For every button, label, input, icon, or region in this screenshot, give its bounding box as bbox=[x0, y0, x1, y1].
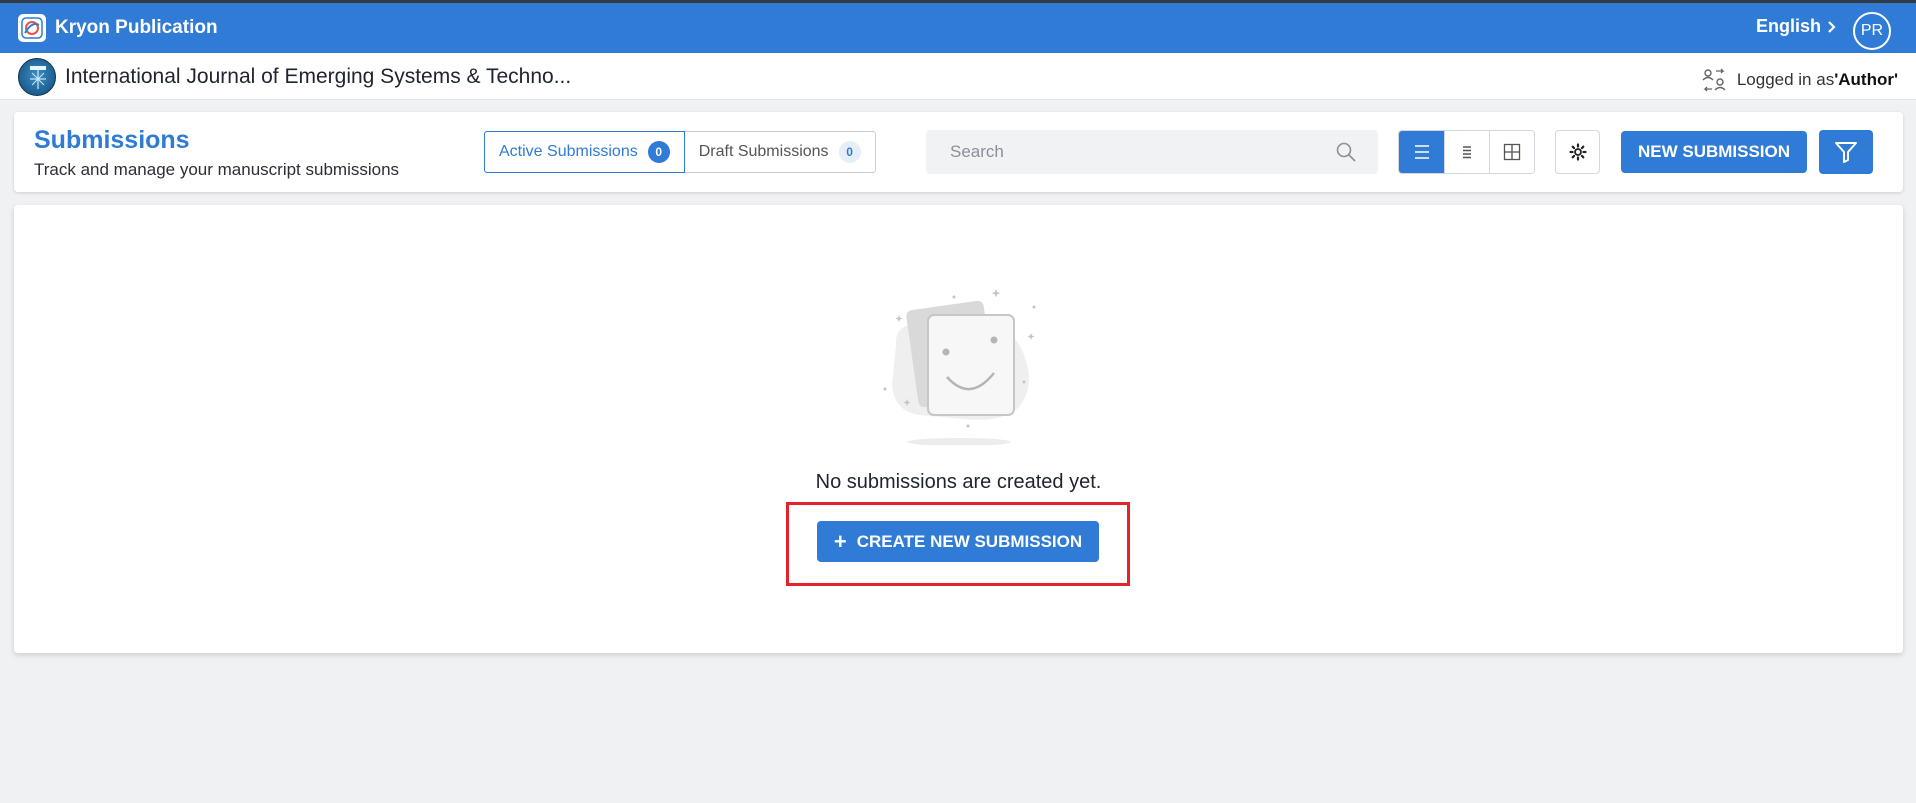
grid-view-button[interactable] bbox=[1489, 131, 1534, 173]
journal-name: International Journal of Emerging System… bbox=[65, 65, 572, 88]
tab-label: Active Submissions bbox=[499, 143, 638, 160]
grid-view-icon bbox=[1503, 143, 1521, 161]
brand-name: Kryon Publication bbox=[55, 17, 218, 38]
new-submission-button[interactable]: NEW SUBMISSION bbox=[1621, 131, 1807, 173]
journal-bar: International Journal of Emerging System… bbox=[0, 53, 1916, 100]
list-view-icon bbox=[1414, 145, 1429, 159]
logged-in-status: Logged in as 'Author' bbox=[1701, 67, 1898, 93]
count-badge: 0 bbox=[647, 141, 670, 163]
page-subtitle: Track and manage your manuscript submiss… bbox=[34, 160, 400, 179]
logged-in-role: 'Author' bbox=[1834, 70, 1898, 89]
view-mode-toggle bbox=[1398, 130, 1535, 174]
kryon-logo-icon bbox=[18, 14, 46, 42]
empty-state-illustration bbox=[883, 289, 1036, 445]
search-input[interactable] bbox=[950, 142, 1330, 162]
gear-icon bbox=[1568, 143, 1587, 161]
language-label: English bbox=[1756, 16, 1822, 36]
submissions-list: No submissions are created yet. + CREATE… bbox=[14, 205, 1903, 653]
tab-label: Draft Submissions bbox=[698, 143, 829, 160]
chevron-right-icon bbox=[1828, 20, 1836, 33]
brand[interactable]: Kryon Publication bbox=[18, 14, 218, 42]
create-submission-label: CREATE NEW SUBMISSION bbox=[856, 531, 1083, 551]
filter-icon bbox=[1835, 142, 1857, 163]
switch-role-icon[interactable] bbox=[1701, 67, 1727, 93]
language-selector[interactable]: English bbox=[1756, 16, 1837, 37]
tab-draft-submissions[interactable]: Draft Submissions 0 bbox=[684, 131, 876, 173]
avatar-initials: PR bbox=[1860, 22, 1884, 39]
compact-list-button[interactable] bbox=[1444, 131, 1489, 173]
submissions-header: Submissions Track and manage your manusc… bbox=[14, 112, 1903, 192]
compact-list-icon bbox=[1463, 146, 1471, 159]
filter-button[interactable] bbox=[1819, 130, 1873, 174]
list-view-button[interactable] bbox=[1399, 131, 1444, 173]
page-title: Submissions bbox=[34, 126, 190, 154]
create-new-submission-button[interactable]: + CREATE NEW SUBMISSION bbox=[817, 521, 1099, 562]
submission-tabs: Active Submissions 0 Draft Submissions 0 bbox=[484, 131, 876, 173]
journal-logo-icon bbox=[18, 58, 56, 96]
tab-active-submissions[interactable]: Active Submissions 0 bbox=[484, 131, 685, 173]
count-badge: 0 bbox=[838, 141, 861, 163]
settings-button[interactable] bbox=[1555, 130, 1600, 174]
top-bar: Kryon Publication English PR bbox=[0, 0, 1916, 53]
empty-state-message: No submissions are created yet. bbox=[815, 471, 1102, 493]
logged-in-prefix: Logged in as bbox=[1736, 70, 1835, 89]
search-box bbox=[926, 130, 1378, 174]
user-avatar[interactable]: PR bbox=[1853, 12, 1891, 50]
search-icon[interactable] bbox=[1336, 142, 1356, 162]
plus-icon: + bbox=[833, 528, 847, 554]
